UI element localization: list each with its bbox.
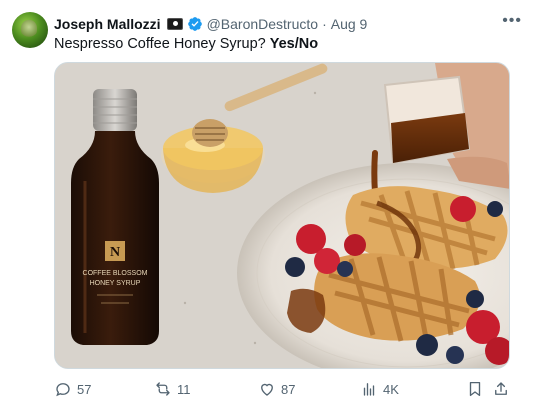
heart-icon [261,383,273,396]
product-photo: N COFFEE BLOSSOM HONEY SYRUP [55,63,509,368]
tweet-header: Joseph Mallozzi @BaronDestructo · Aug 9 [54,14,367,34]
more-horizontal-icon[interactable]: ••• [502,12,522,30]
bottle-label-line-1: COFFEE BLOSSOM [83,270,148,277]
tweet-text-main: Nespresso Coffee Honey Syrup? [54,36,266,52]
reply-count: 57 [77,381,92,397]
avatar[interactable] [12,12,48,48]
repost-icon [156,382,170,396]
tweet-text: Nespresso Coffee Honey Syrup? Yes/No [54,36,318,52]
like-count: 87 [281,381,296,397]
tweet: Joseph Mallozzi @BaronDestructo · Aug 9 … [0,0,540,405]
post-date[interactable]: Aug 9 [331,16,368,32]
reply-button[interactable]: 57 [54,380,91,398]
repost-count: 11 [177,381,191,397]
tweet-text-emphasis: Yes/No [269,36,319,52]
share-button[interactable] [492,380,510,398]
tweet-image[interactable]: N COFFEE BLOSSOM HONEY SYRUP [54,62,510,369]
like-button[interactable]: 87 [258,380,295,398]
author-handle[interactable]: @BaronDestructo [207,16,318,32]
reply-icon [56,383,70,397]
views-count: 4K [383,381,399,397]
author-name[interactable]: Joseph Mallozzi [54,16,161,32]
verified-badge-icon [187,17,202,31]
views-chart-icon [363,383,375,396]
separator-dot: · [322,16,327,32]
bookmark-button[interactable] [466,380,484,398]
bottle-logo: N [110,245,120,260]
tweet-actions: 57 11 87 4K [54,380,510,400]
repost-button[interactable]: 11 [154,380,191,398]
bookmark-icon [469,381,481,397]
share-icon [495,382,507,395]
pirate-flag-icon [166,18,183,30]
bottle-label-line-2: HONEY SYRUP [90,280,141,287]
views-button[interactable]: 4K [360,380,399,398]
